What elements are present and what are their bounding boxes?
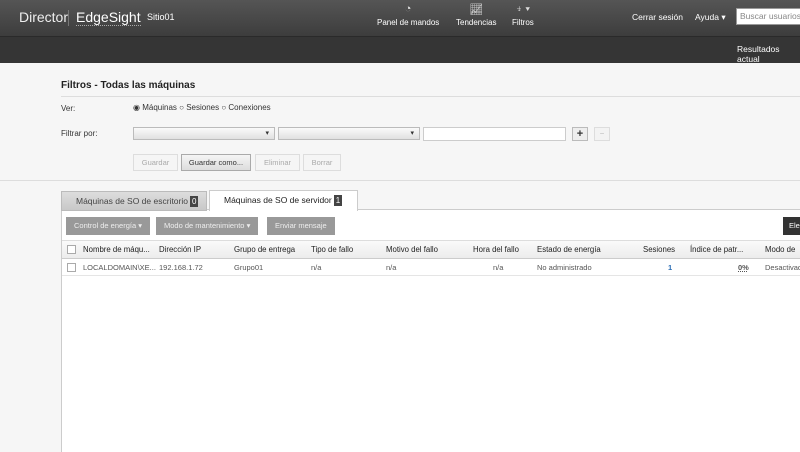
divider	[68, 10, 69, 26]
radio-label: Máquinas	[142, 103, 177, 112]
save-as-button[interactable]: Guardar como...	[181, 154, 251, 171]
logout-link[interactable]: Cerrar sesión	[632, 12, 683, 22]
remove-filter-button[interactable]: −	[594, 127, 610, 141]
chevron-down-icon: ▾	[265, 130, 269, 137]
nav-trends[interactable]: 📈︎ Tendencias	[456, 3, 496, 27]
sub-bar: Resultados actual	[0, 36, 800, 64]
view-radio-group: ◉ Máquinas ○ Sesiones ○ Conexiones	[133, 103, 271, 112]
button-label: Modo de mantenimiento	[164, 221, 245, 230]
help-menu[interactable]: Ayuda ▾	[695, 12, 726, 23]
col-machine-name[interactable]: Nombre de máqu...	[83, 241, 150, 259]
chart-icon: 📈︎	[469, 4, 484, 16]
col-load-index[interactable]: Índice de patr...	[690, 241, 743, 259]
filter-value-input[interactable]	[423, 127, 566, 141]
maintenance-mode-button[interactable]: Modo de mantenimiento ▾	[156, 217, 259, 235]
radio-connections[interactable]: ○ Conexiones	[221, 103, 270, 112]
count-badge: 1	[333, 195, 343, 206]
gauge-icon: ◔	[404, 3, 412, 15]
add-filter-button[interactable]: +	[572, 127, 588, 141]
brand-edgesight[interactable]: EdgeSight	[76, 9, 141, 26]
cell-ip-address: 192.168.1.72	[159, 263, 203, 272]
site-name: Sitio01	[147, 12, 175, 22]
brand-director[interactable]: Director	[19, 9, 68, 25]
tab-server-os[interactable]: Máquinas de SO de servidor 1	[209, 190, 358, 211]
col-maintenance-mode[interactable]: Modo de	[765, 241, 795, 259]
col-ip-address[interactable]: Dirección IP	[159, 241, 201, 259]
select-all-checkbox[interactable]	[67, 245, 76, 254]
chevron-down-icon: ▾	[138, 221, 142, 230]
filter-field-select[interactable]: ▾	[133, 127, 275, 140]
radio-sessions[interactable]: ○ Sesiones	[179, 103, 219, 112]
cell-failure-time: n/a	[493, 263, 504, 272]
nav-label: Filtros	[512, 18, 534, 27]
search-input[interactable]: Buscar usuarios	[736, 8, 800, 25]
radio-machines[interactable]: ◉ Máquinas	[133, 103, 177, 112]
nav-label: Panel de mandos	[377, 18, 440, 27]
power-control-button[interactable]: Control de energía ▾	[66, 217, 150, 235]
chevron-down-icon: ▾	[246, 221, 251, 230]
row-checkbox[interactable]	[67, 263, 76, 272]
cell-load-index[interactable]: 0%	[738, 261, 749, 275]
delete-button[interactable]: Eliminar	[255, 154, 300, 171]
radio-label: Sesiones	[186, 103, 220, 112]
chevron-down-icon: ▾	[721, 12, 726, 22]
filter-label: Filtrar por:	[61, 129, 98, 138]
tab-label: Máquinas de SO de servidor	[224, 195, 332, 205]
chevron-down-icon: ▾	[410, 130, 414, 137]
clear-button[interactable]: Borrar	[303, 154, 341, 171]
col-failure-time[interactable]: Hora del fallo	[473, 241, 519, 259]
col-sessions[interactable]: Sesiones	[643, 241, 675, 259]
filter-operator-select[interactable]: ▾	[278, 127, 420, 140]
page-title: Filtros - Todas las máquinas	[61, 80, 196, 91]
view-label: Ver:	[61, 104, 76, 113]
nav-label: Tendencias	[456, 18, 497, 27]
col-failure-reason[interactable]: Motivo del fallo	[386, 241, 438, 259]
filter-icon: ⍖ ▾	[515, 3, 531, 15]
help-label: Ayuda	[695, 12, 719, 22]
minus-icon: −	[599, 129, 605, 138]
tab-desktop-os[interactable]: Máquinas de SO de escritorio 0	[61, 191, 207, 211]
button-label: Control de energía	[74, 221, 137, 230]
radio-label: Conexiones	[228, 103, 271, 112]
plus-icon: +	[576, 128, 584, 140]
cell-sessions[interactable]: 1	[668, 261, 672, 275]
nav-filters[interactable]: ⍖ ▾ Filtros	[512, 3, 534, 27]
top-bar: Director EdgeSight Sitio01 ◔ Panel de man…	[0, 0, 800, 36]
col-power-state[interactable]: Estado de energía	[537, 241, 601, 259]
elements-button[interactable]: Ele	[783, 217, 800, 235]
cell-failure-reason: n/a	[386, 263, 397, 272]
cell-power-state: No administrado	[537, 263, 592, 272]
col-delivery-group[interactable]: Grupo de entrega	[234, 241, 295, 259]
count-badge: 0	[189, 196, 199, 207]
tab-label: Máquinas de SO de escritorio	[76, 196, 188, 206]
save-button[interactable]: Guardar	[133, 154, 178, 171]
send-message-button[interactable]: Enviar mensaje	[267, 217, 335, 235]
nav-dashboard[interactable]: ◔ Panel de mandos	[377, 3, 439, 27]
col-failure-type[interactable]: Tipo de fallo	[311, 241, 353, 259]
results-label: Resultados actual	[737, 44, 780, 64]
cell-maintenance-mode: Desactivad	[765, 263, 800, 272]
divider	[61, 96, 800, 97]
cell-delivery-group: Grupo01	[234, 263, 264, 272]
cell-machine-name[interactable]: LOCALDOMAIN\XE...	[83, 261, 156, 275]
divider	[0, 180, 800, 181]
cell-failure-type: n/a	[311, 263, 322, 272]
